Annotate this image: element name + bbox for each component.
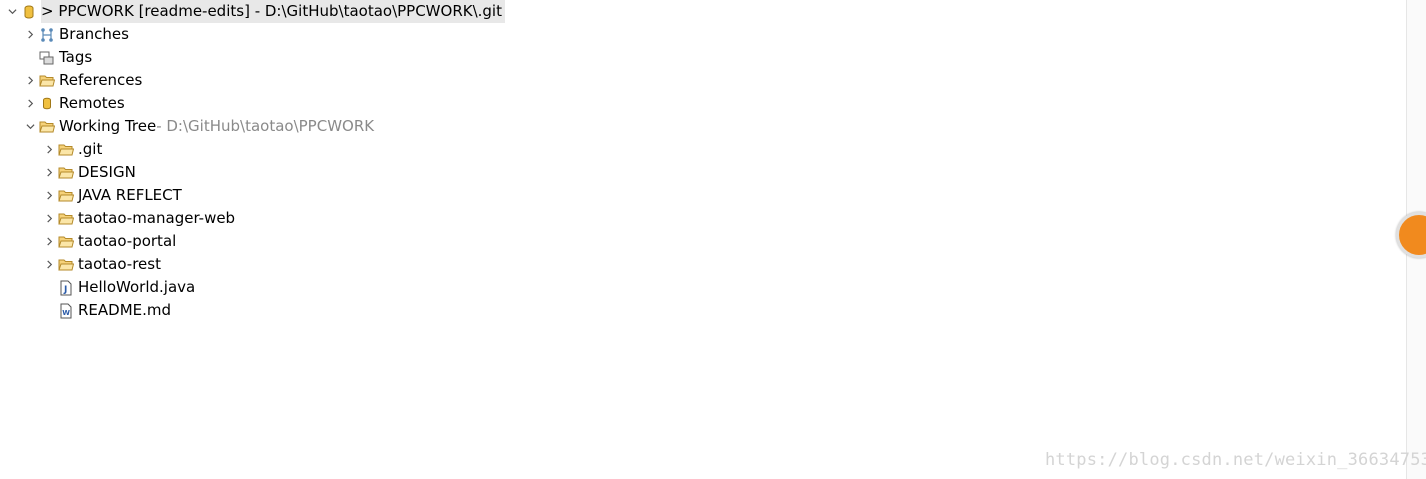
working-tree-path: - D:\GitHub\taotao\PPCWORK <box>156 117 375 135</box>
tree-item-references[interactable]: References <box>22 69 142 92</box>
folder-icon <box>57 207 75 230</box>
chevron-right-icon[interactable] <box>22 69 38 92</box>
tree-item-label: taotao-manager-web <box>78 209 236 227</box>
folder-icon <box>57 138 75 161</box>
tree-item-label: JAVA REFLECT <box>78 186 182 204</box>
tree-item-label: Branches <box>59 25 129 43</box>
branches-icon <box>38 23 56 46</box>
tree-item-folder[interactable]: taotao-manager-web <box>41 207 235 230</box>
folder-icon <box>57 230 75 253</box>
folder-icon <box>57 161 75 184</box>
tree-item-folder[interactable]: DESIGN <box>41 161 136 184</box>
tree-item-label: HelloWorld.java <box>78 278 196 296</box>
tree-item-label: DESIGN <box>78 163 136 181</box>
chevron-right-icon[interactable] <box>41 230 57 253</box>
java-file-icon: J <box>57 276 75 299</box>
folder-open-icon <box>38 115 56 138</box>
repository-label: > PPCWORK [readme-edits] - D:\GitHub\tao… <box>41 0 505 23</box>
repository-node[interactable]: > PPCWORK [readme-edits] - D:\GitHub\tao… <box>4 0 505 23</box>
tree-item-file[interactable]: J HelloWorld.java <box>41 276 195 299</box>
chevron-right-icon[interactable] <box>41 207 57 230</box>
folder-icon <box>57 253 75 276</box>
tree-item-folder[interactable]: .git <box>41 138 102 161</box>
watermark: https://blog.csdn.net/weixin_36634753 <box>1045 450 1426 470</box>
floating-assistant-button[interactable] <box>1396 212 1426 258</box>
tree-item-label: taotao-portal <box>78 232 177 250</box>
markdown-file-icon: W <box>57 299 75 322</box>
tree-item-branches[interactable]: Branches <box>22 23 129 46</box>
tree-item-file[interactable]: W README.md <box>41 299 171 322</box>
remotes-icon <box>38 92 56 115</box>
svg-text:W: W <box>62 309 70 317</box>
chevron-right-icon[interactable] <box>41 161 57 184</box>
tree-item-label: .git <box>78 140 103 158</box>
repository-icon <box>20 0 38 23</box>
chevron-down-icon[interactable] <box>4 0 20 23</box>
tree-item-label: taotao-rest <box>78 255 161 273</box>
tree-item-label: Tags <box>59 48 93 66</box>
tree-item-folder[interactable]: taotao-rest <box>41 253 161 276</box>
tree-item-folder[interactable]: JAVA REFLECT <box>41 184 182 207</box>
tree-item-remotes[interactable]: Remotes <box>22 92 125 115</box>
chevron-down-icon[interactable] <box>22 115 38 138</box>
chevron-right-icon[interactable] <box>41 253 57 276</box>
chevron-right-icon[interactable] <box>41 138 57 161</box>
tags-icon <box>38 46 56 69</box>
chevron-right-icon[interactable] <box>41 184 57 207</box>
tree-item-label: Remotes <box>59 94 125 112</box>
folder-icon <box>57 184 75 207</box>
tree-item-tags[interactable]: Tags <box>22 46 92 69</box>
tree-item-label: Working Tree <box>59 117 157 135</box>
chevron-right-icon[interactable] <box>22 92 38 115</box>
tree-item-working-tree[interactable]: Working Tree - D:\GitHub\taotao\PPCWORK <box>22 115 374 138</box>
svg-text:J: J <box>63 285 67 295</box>
chevron-right-icon[interactable] <box>22 23 38 46</box>
tree-item-label: References <box>59 71 143 89</box>
folder-icon <box>38 69 56 92</box>
tree-item-folder[interactable]: taotao-portal <box>41 230 176 253</box>
tree-item-label: README.md <box>78 301 172 319</box>
